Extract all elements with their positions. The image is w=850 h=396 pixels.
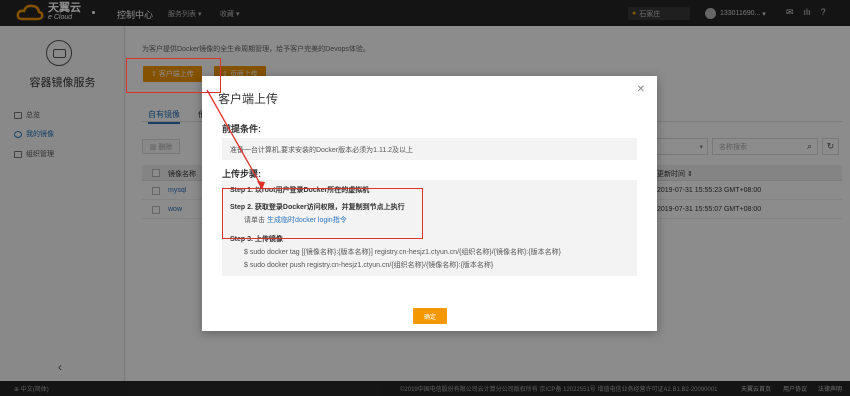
annotation-arrow-icon bbox=[206, 89, 265, 190]
